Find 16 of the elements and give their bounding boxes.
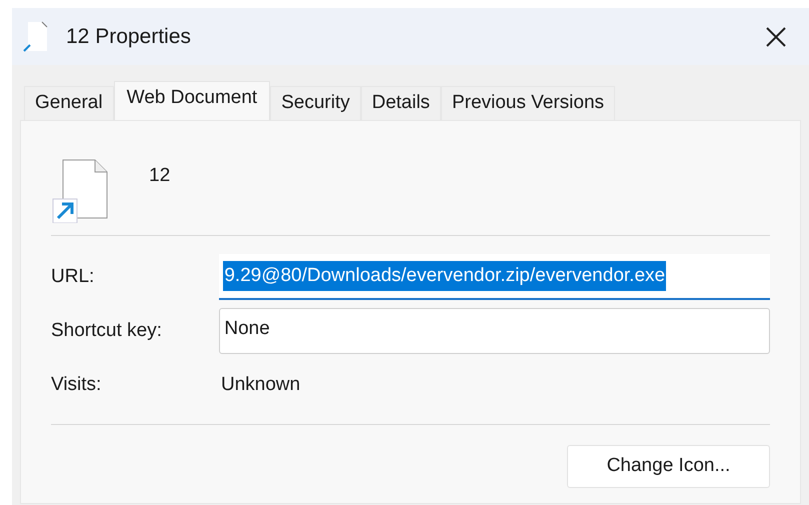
tab[interactable]: Web Document <box>114 81 270 120</box>
field-value: Unknown <box>221 372 300 397</box>
tab[interactable]: General <box>24 86 114 120</box>
field-label: Visits: <box>51 372 102 397</box>
tab[interactable]: Previous Versions <box>440 86 616 120</box>
change-icon-button[interactable]: Change Icon... <box>567 445 770 488</box>
window-title: 12 Properties <box>66 24 191 50</box>
input-field[interactable]: None <box>219 308 770 354</box>
shortcut-file-icon <box>22 20 48 52</box>
field-label: Shortcut key: <box>51 318 163 343</box>
input-field[interactable]: 9.29@80/Downloads/evervendor.zip/evervendor.exe <box>219 254 770 300</box>
field-label: URL: <box>51 264 96 289</box>
tab[interactable]: Details <box>360 86 441 120</box>
close-icon <box>765 26 787 48</box>
tab[interactable]: Security <box>270 86 361 120</box>
file-name: 12 <box>149 164 170 188</box>
